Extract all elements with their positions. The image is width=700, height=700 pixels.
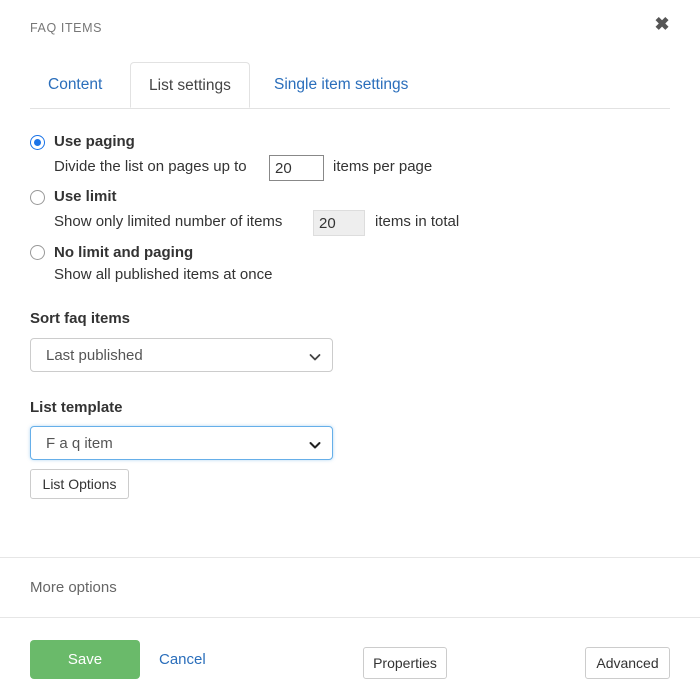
advanced-button[interactable]: Advanced bbox=[585, 647, 670, 679]
option-use-limit-label: Use limit bbox=[54, 188, 117, 205]
close-icon[interactable]: ✖ bbox=[650, 12, 674, 36]
limit-items-total-input[interactable] bbox=[313, 210, 365, 236]
option-no-limit-label: No limit and paging bbox=[54, 244, 194, 261]
footer-divider-bottom bbox=[0, 617, 700, 618]
cancel-link[interactable]: Cancel bbox=[159, 651, 206, 668]
option-no-limit-description: Show all published items at once bbox=[54, 266, 273, 283]
chevron-down-icon bbox=[309, 439, 321, 449]
sort-faq-items-label: Sort faq items bbox=[30, 310, 131, 327]
tab-underline bbox=[30, 108, 670, 109]
paging-items-per-page-input[interactable] bbox=[269, 155, 324, 181]
radio-use-limit[interactable] bbox=[30, 190, 45, 205]
properties-button[interactable]: Properties bbox=[363, 647, 447, 679]
chevron-down-icon bbox=[309, 351, 321, 361]
option-use-paging-description-before: Divide the list on pages up to bbox=[54, 158, 247, 175]
sort-faq-items-value: Last published bbox=[46, 347, 143, 364]
option-use-paging-description-after: items per page bbox=[333, 158, 433, 175]
list-template-select[interactable]: F a q item bbox=[30, 426, 333, 460]
tab-single-item-settings[interactable]: Single item settings bbox=[258, 62, 424, 108]
radio-no-limit-and-paging[interactable] bbox=[30, 245, 45, 260]
dialog-header: FAQ ITEMS ✖ bbox=[0, 0, 700, 48]
page-title: FAQ ITEMS bbox=[30, 21, 103, 35]
option-use-paging-label: Use paging bbox=[54, 133, 135, 150]
option-use-limit-description-before: Show only limited number of items bbox=[54, 213, 283, 230]
more-options-link[interactable]: More options bbox=[30, 579, 117, 596]
list-options-button[interactable]: List Options bbox=[30, 469, 129, 499]
list-template-value: F a q item bbox=[46, 435, 113, 452]
sort-faq-items-select[interactable]: Last published bbox=[30, 338, 333, 372]
option-use-limit-description-after: items in total bbox=[375, 213, 460, 230]
save-button[interactable]: Save bbox=[30, 640, 140, 679]
tab-list-settings[interactable]: List settings bbox=[130, 62, 250, 108]
tab-content[interactable]: Content bbox=[32, 62, 118, 108]
list-template-label: List template bbox=[30, 399, 123, 416]
footer-divider-top bbox=[0, 557, 700, 558]
tab-bar: Content List settings Single item settin… bbox=[0, 62, 700, 109]
radio-use-paging[interactable] bbox=[30, 135, 45, 150]
